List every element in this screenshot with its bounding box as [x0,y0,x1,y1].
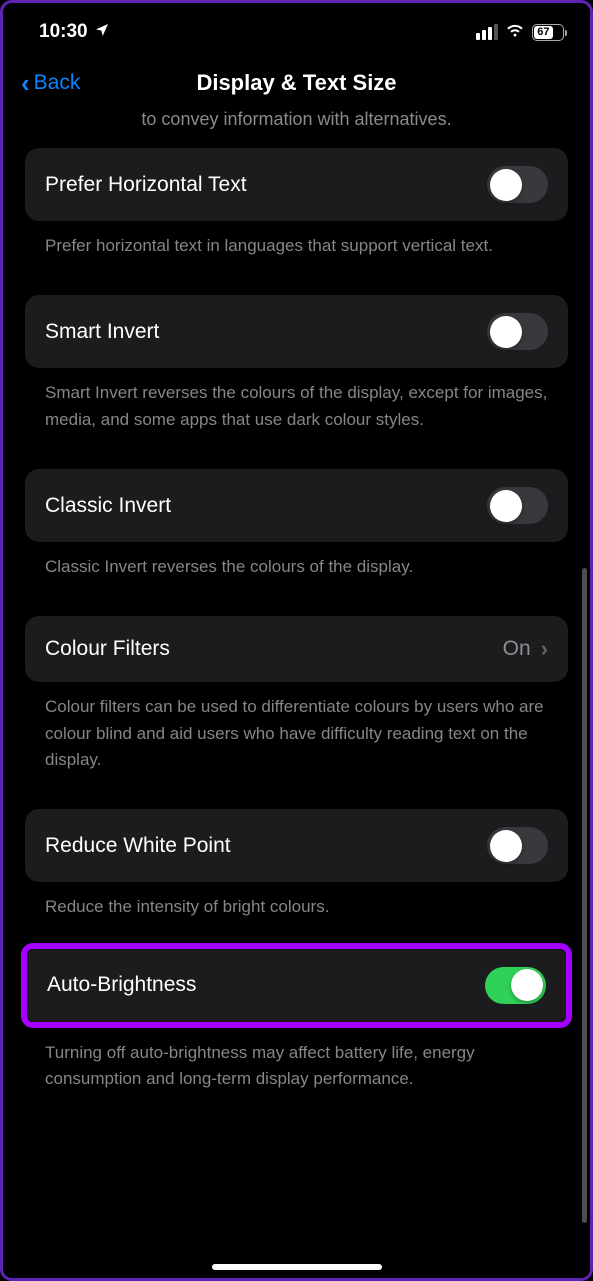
toggle-classic-invert[interactable] [487,487,548,524]
label-classic-invert: Classic Invert [45,494,171,518]
label-colour-filters: Colour Filters [45,637,170,661]
footer-prefer-horizontal-text: Prefer horizontal text in languages that… [25,221,568,281]
scroll-indicator[interactable] [582,568,587,1223]
label-smart-invert: Smart Invert [45,320,159,344]
footer-reduce-white-point: Reduce the intensity of bright colours. [25,882,568,942]
page-title: Display & Text Size [196,70,396,96]
label-auto-brightness: Auto-Brightness [47,973,196,997]
battery-icon: 67 [532,24,564,41]
back-label: Back [34,71,81,95]
cellular-signal-icon [476,24,498,40]
row-auto-brightness[interactable]: Auto-Brightness [27,949,566,1022]
footer-smart-invert: Smart Invert reverses the colours of the… [25,368,568,455]
row-smart-invert[interactable]: Smart Invert [25,295,568,368]
label-reduce-white-point: Reduce White Point [45,834,231,858]
value-colour-filters: On [503,637,531,661]
footer-classic-invert: Classic Invert reverses the colours of t… [25,542,568,602]
truncated-prev-footer: to convey information with alternatives. [3,109,590,148]
row-reduce-white-point[interactable]: Reduce White Point [25,809,568,882]
chevron-right-icon: › [541,636,548,662]
nav-bar: ‹ Back Display & Text Size [3,53,590,113]
toggle-smart-invert[interactable] [487,313,548,350]
toggle-reduce-white-point[interactable] [487,827,548,864]
label-prefer-horizontal-text: Prefer Horizontal Text [45,173,247,197]
row-classic-invert[interactable]: Classic Invert [25,469,568,542]
row-right-colour-filters: On › [503,636,548,662]
wifi-icon [505,21,525,43]
status-bar: 10:30 67 [3,3,590,53]
status-left: 10:30 [39,21,110,43]
footer-auto-brightness: Turning off auto-brightness may affect b… [25,1028,568,1115]
toggle-auto-brightness[interactable] [485,967,546,1004]
settings-list: Prefer Horizontal Text Prefer horizontal… [3,148,590,1114]
row-colour-filters[interactable]: Colour Filters On › [25,616,568,682]
status-right: 67 [476,21,564,43]
row-prefer-horizontal-text[interactable]: Prefer Horizontal Text [25,148,568,221]
home-indicator[interactable] [212,1264,382,1270]
chevron-left-icon: ‹ [21,70,30,96]
highlight-auto-brightness: Auto-Brightness [21,943,572,1028]
toggle-prefer-horizontal-text[interactable] [487,166,548,203]
location-icon [94,22,110,43]
back-button[interactable]: ‹ Back [21,70,80,96]
status-time: 10:30 [39,21,88,43]
footer-colour-filters: Colour filters can be used to differenti… [25,682,568,795]
battery-level: 67 [534,26,553,39]
